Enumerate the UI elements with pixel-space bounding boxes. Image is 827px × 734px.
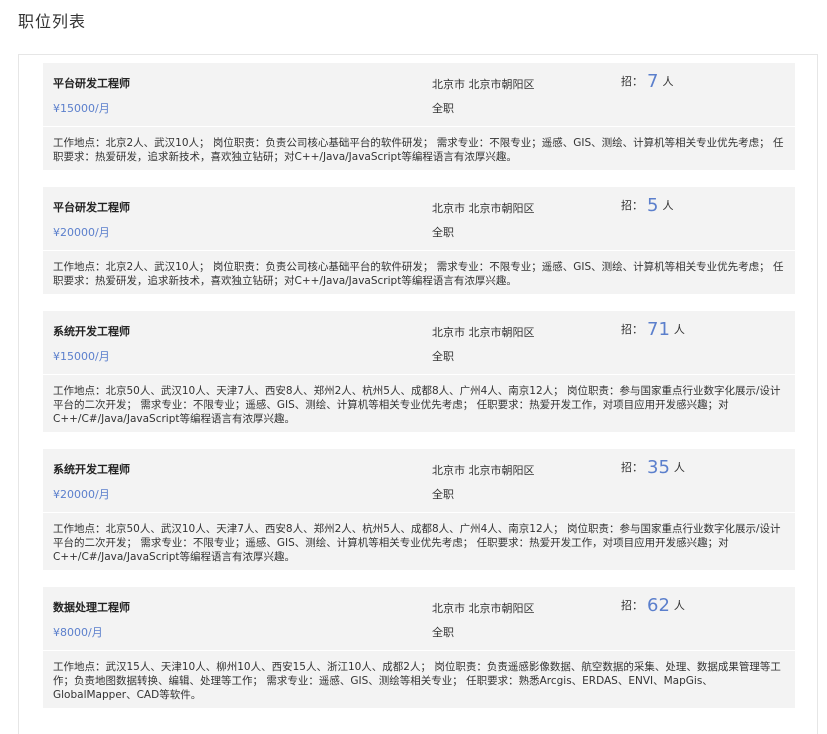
recruit-suffix: 人 <box>673 323 685 336</box>
recruit-prefix: 招： <box>621 199 643 212</box>
recruit-prefix: 招： <box>621 75 643 88</box>
job-salary: ¥20000/月 <box>53 488 110 501</box>
job-title[interactable]: 平台研发工程师 <box>53 75 130 91</box>
job-location: 北京市 北京市朝阳区 <box>432 78 535 91</box>
job-card-header: 平台研发工程师 ¥20000/月 北京市 北京市朝阳区 全职 招： 5 人 <box>43 187 795 251</box>
job-card-header: 系统开发工程师 ¥15000/月 北京市 北京市朝阳区 全职 招： 71 人 <box>43 311 795 375</box>
job-recruit-count: 招： 71 人 <box>621 319 685 340</box>
job-location: 北京市 北京市朝阳区 <box>432 602 535 615</box>
recruit-suffix: 人 <box>673 599 685 612</box>
job-list-panel: 平台研发工程师 ¥15000/月 北京市 北京市朝阳区 全职 招： 7 人 工作地点… <box>18 54 818 734</box>
job-type: 全职 <box>432 626 454 639</box>
job-title[interactable]: 数据处理工程师 <box>53 599 130 615</box>
job-card-header: 系统开发工程师 ¥20000/月 北京市 北京市朝阳区 全职 招： 35 人 <box>43 449 795 513</box>
job-recruit-count: 招： 62 人 <box>621 595 685 616</box>
recruit-number: 7 <box>647 71 659 92</box>
job-type: 全职 <box>432 350 454 363</box>
job-description: 工作地点：北京50人、武汉10人、天津7人、西安8人、郑州2人、杭州5人、成都8… <box>53 385 781 425</box>
job-salary: ¥8000/月 <box>53 626 103 639</box>
job-description: 工作地点：北京50人、武汉10人、天津7人、西安8人、郑州2人、杭州5人、成都8… <box>53 523 781 563</box>
job-card[interactable]: 平台研发工程师 ¥15000/月 北京市 北京市朝阳区 全职 招： 7 人 工作地点… <box>43 63 795 170</box>
job-card-header: 平台研发工程师 ¥15000/月 北京市 北京市朝阳区 全职 招： 7 人 <box>43 63 795 127</box>
job-description: 工作地点：北京2人、武汉10人； 岗位职责：负责公司核心基础平台的软件研发； 需… <box>53 137 784 163</box>
page-title: 职位列表 <box>18 12 87 31</box>
recruit-suffix: 人 <box>662 199 674 212</box>
recruit-suffix: 人 <box>673 461 685 474</box>
recruit-prefix: 招： <box>621 323 643 336</box>
job-card[interactable]: 平台研发工程师 ¥20000/月 北京市 北京市朝阳区 全职 招： 5 人 工作地点… <box>43 187 795 294</box>
job-title[interactable]: 系统开发工程师 <box>53 323 130 339</box>
job-recruit-count: 招： 7 人 <box>621 71 673 92</box>
job-list: 平台研发工程师 ¥15000/月 北京市 北京市朝阳区 全职 招： 7 人 工作地点… <box>43 63 795 725</box>
job-recruit-count: 招： 5 人 <box>621 195 673 216</box>
job-card-header: 数据处理工程师 ¥8000/月 北京市 北京市朝阳区 全职 招： 62 人 <box>43 587 795 651</box>
job-salary: ¥15000/月 <box>53 350 110 363</box>
job-description: 工作地点：武汉15人、天津10人、柳州10人、西安15人、浙江10人、成都2人；… <box>53 661 781 701</box>
recruit-number: 5 <box>647 195 659 216</box>
recruit-suffix: 人 <box>662 75 674 88</box>
job-location: 北京市 北京市朝阳区 <box>432 202 535 215</box>
job-card[interactable]: 系统开发工程师 ¥15000/月 北京市 北京市朝阳区 全职 招： 71 人 工作地… <box>43 311 795 432</box>
job-card[interactable]: 系统开发工程师 ¥20000/月 北京市 北京市朝阳区 全职 招： 35 人 工作地… <box>43 449 795 570</box>
job-type: 全职 <box>432 102 454 115</box>
recruit-number: 35 <box>647 457 670 478</box>
job-card[interactable]: 数据处理工程师 ¥8000/月 北京市 北京市朝阳区 全职 招： 62 人 工作地点… <box>43 587 795 708</box>
job-location: 北京市 北京市朝阳区 <box>432 326 535 339</box>
recruit-number: 62 <box>647 595 670 616</box>
job-recruit-count: 招： 35 人 <box>621 457 685 478</box>
job-title[interactable]: 系统开发工程师 <box>53 461 130 477</box>
recruit-prefix: 招： <box>621 599 643 612</box>
job-title[interactable]: 平台研发工程师 <box>53 199 130 215</box>
job-salary: ¥15000/月 <box>53 102 110 115</box>
job-description: 工作地点：北京2人、武汉10人； 岗位职责：负责公司核心基础平台的软件研发； 需… <box>53 261 784 287</box>
recruit-prefix: 招： <box>621 461 643 474</box>
recruit-number: 71 <box>647 319 670 340</box>
job-location: 北京市 北京市朝阳区 <box>432 464 535 477</box>
job-type: 全职 <box>432 488 454 501</box>
job-salary: ¥20000/月 <box>53 226 110 239</box>
job-type: 全职 <box>432 226 454 239</box>
